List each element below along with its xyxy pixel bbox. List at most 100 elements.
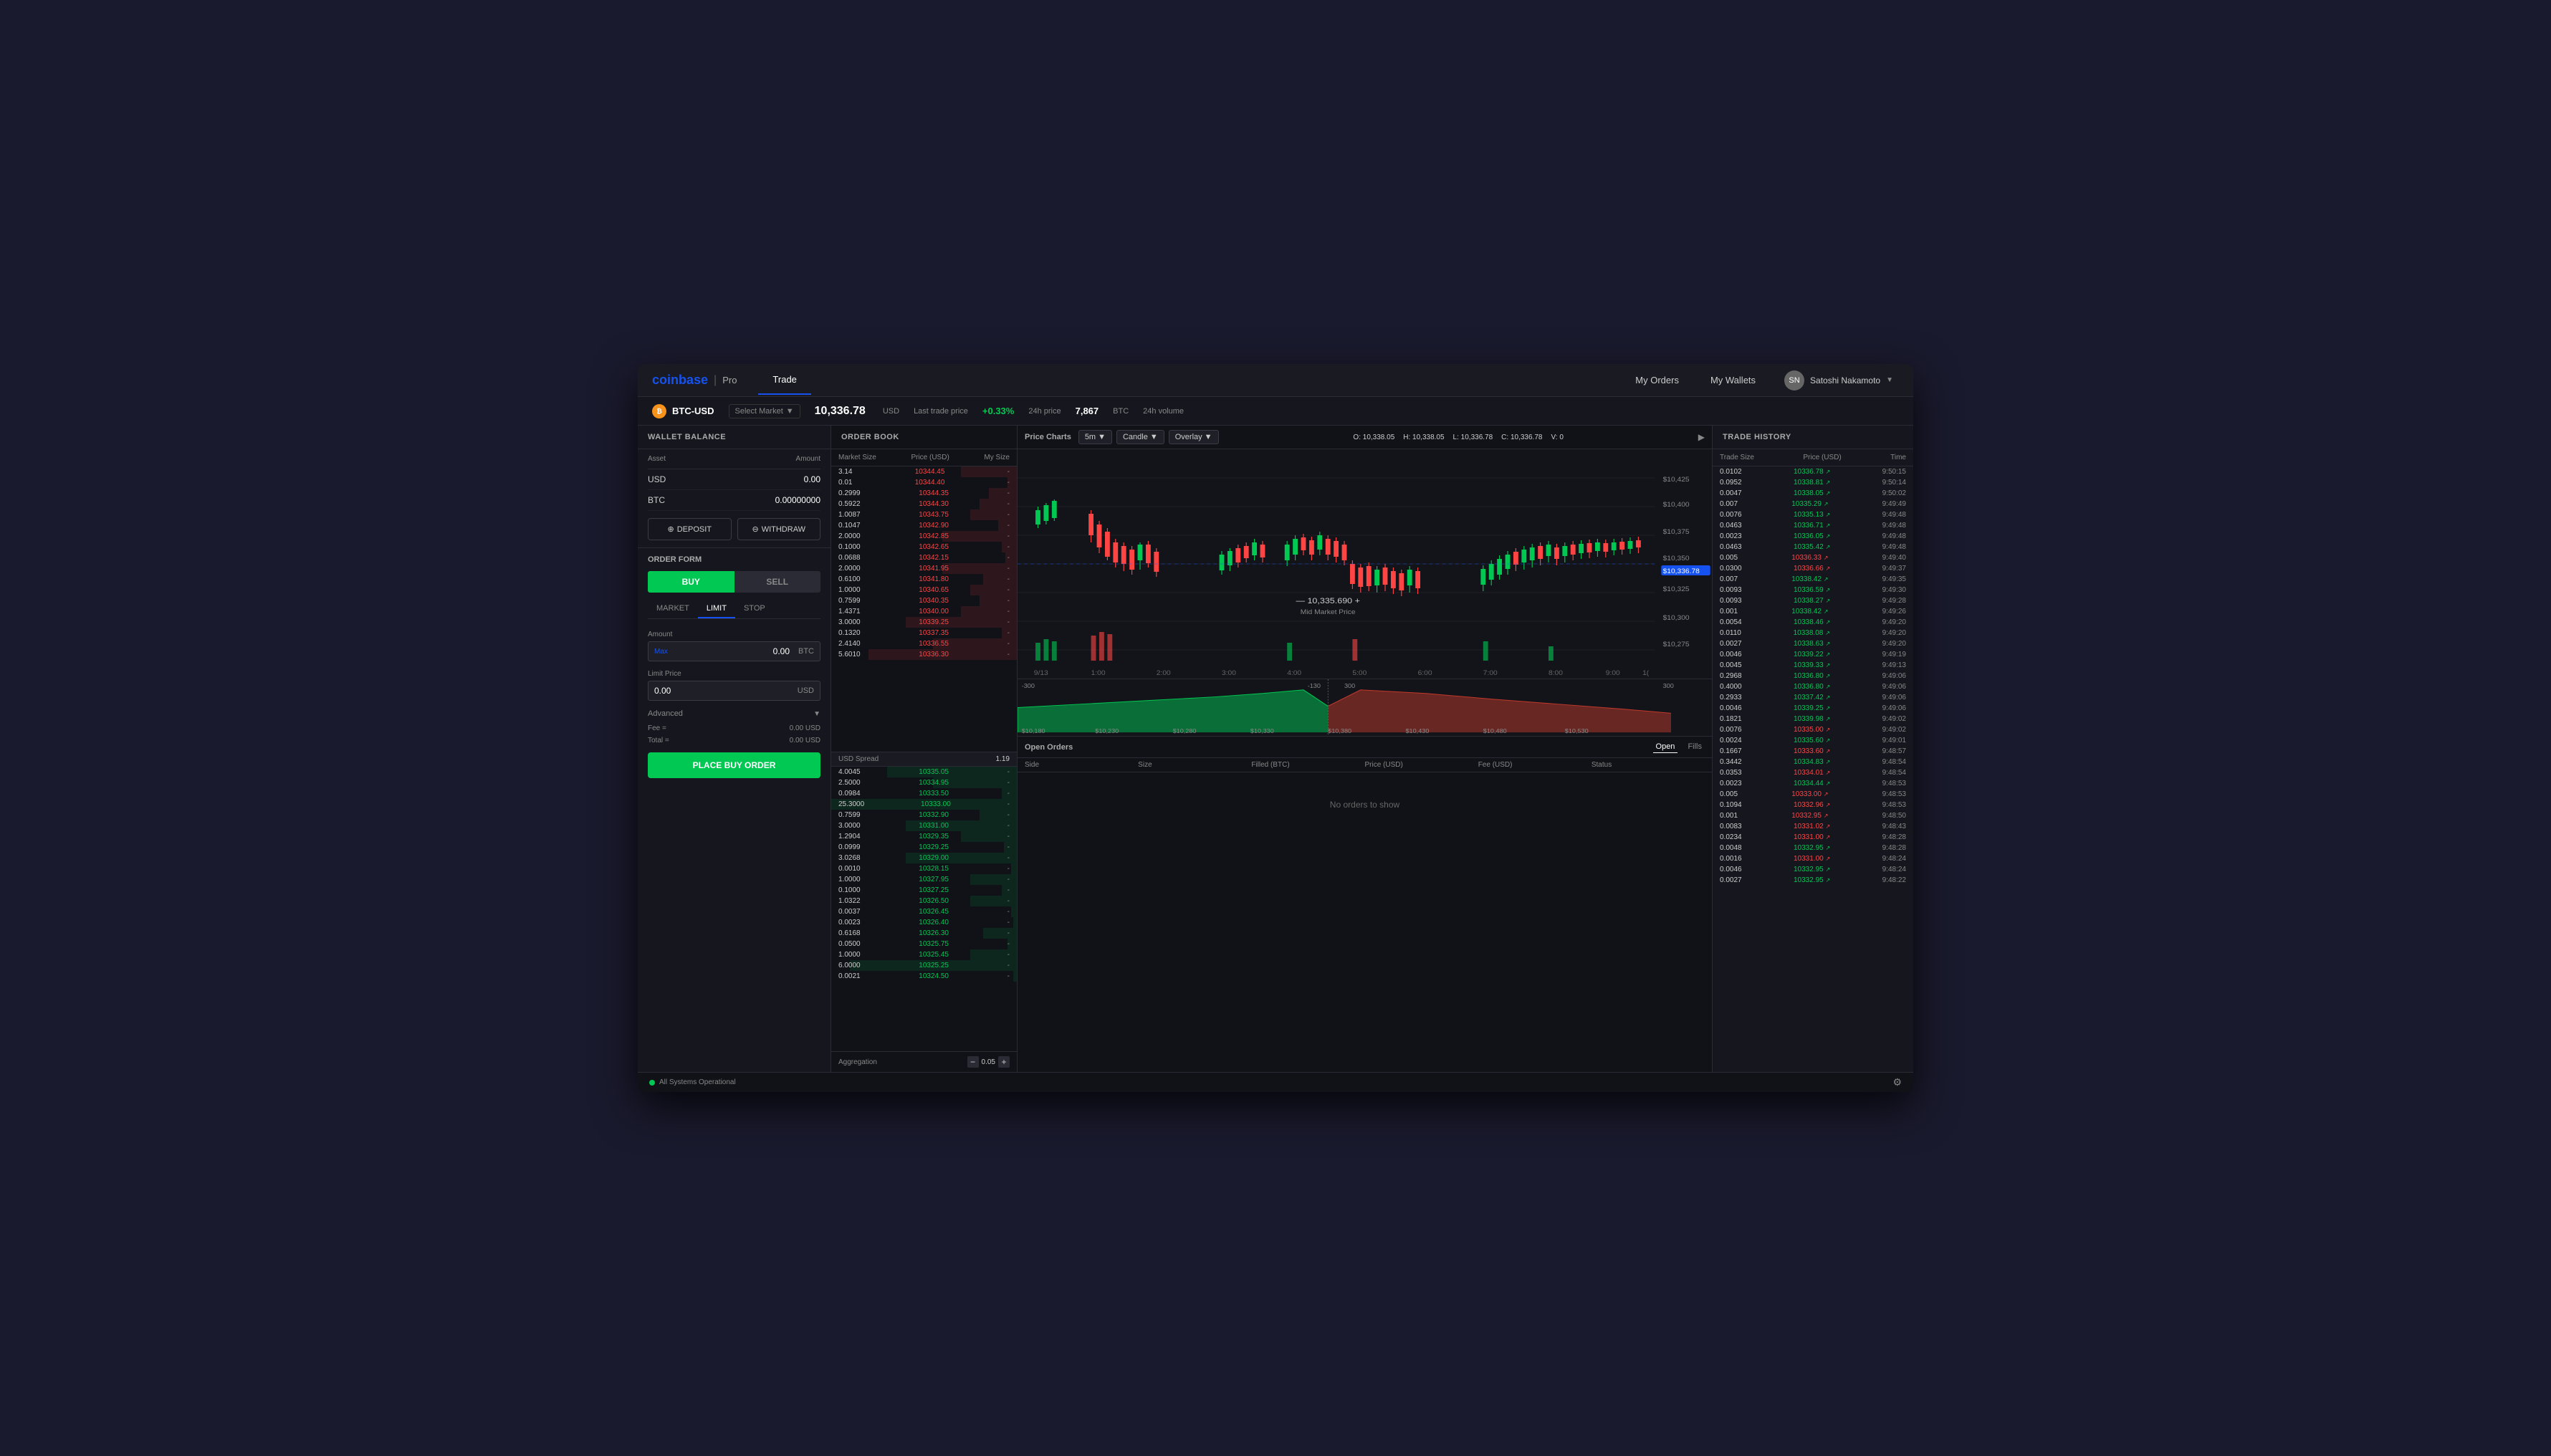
main-layout: Wallet Balance Asset Amount USD 0.00 BTC… — [638, 426, 1913, 1072]
place-order-button[interactable]: PLACE BUY ORDER — [648, 752, 820, 778]
list-item[interactable]: 1.008710343.75- — [831, 509, 1017, 520]
list-item[interactable]: 0.098410333.50- — [831, 788, 1017, 799]
list-item[interactable]: 0.001010328.15- — [831, 863, 1017, 874]
chevron-down-icon: ▼ — [786, 407, 794, 416]
agg-increase-button[interactable]: + — [998, 1056, 1010, 1068]
list-item[interactable]: 3.000010339.25- — [831, 617, 1017, 628]
nav-tab-trade[interactable]: Trade — [758, 365, 810, 395]
limit-price-input[interactable] — [648, 681, 792, 700]
my-orders-button[interactable]: My Orders — [1627, 370, 1688, 390]
open-tab[interactable]: Open — [1653, 741, 1678, 753]
timeframe-select[interactable]: 5m ▼ — [1078, 430, 1112, 444]
chart-type-select[interactable]: Candle ▼ — [1116, 430, 1164, 444]
list-item[interactable]: 0.759910340.35- — [831, 595, 1017, 606]
list-item: 0.296810336.80 ↗9:49:06 — [1713, 671, 1913, 681]
list-item: 0.035310334.01 ↗9:48:54 — [1713, 767, 1913, 778]
list-item[interactable]: 0.100010327.25- — [831, 885, 1017, 896]
user-profile[interactable]: SN Satoshi Nakamoto ▼ — [1779, 368, 1899, 393]
list-item[interactable]: 2.000010342.85- — [831, 531, 1017, 542]
list-item[interactable]: 5.601010336.30- — [831, 649, 1017, 660]
list-item[interactable]: 0.592210344.30- — [831, 499, 1017, 509]
wallet-buttons: ⊕ DEPOSIT ⊖ WITHDRAW — [638, 511, 831, 547]
list-item[interactable]: 0.002110324.50- — [831, 971, 1017, 982]
buy-tab[interactable]: BUY — [648, 571, 734, 593]
list-item[interactable]: 6.000010325.25- — [831, 960, 1017, 971]
svg-text:$10,380: $10,380 — [1328, 728, 1351, 734]
candle-chart-area[interactable]: 9/13 1:00 2:00 3:00 4:00 5:00 6:00 7:00 … — [1018, 449, 1712, 679]
svg-text:$10,180: $10,180 — [1022, 728, 1045, 734]
list-item[interactable]: 1.000010327.95- — [831, 874, 1017, 885]
list-item[interactable]: 0.050010325.75- — [831, 939, 1017, 949]
ohlcv-display: O: 10,338.05 H: 10,338.05 L: 10,336.78 C… — [1353, 434, 1563, 441]
top-nav: coinbase | Pro Trade My Orders My Wallet… — [638, 364, 1913, 397]
chart-expand-icon[interactable]: ▶ — [1698, 432, 1705, 442]
list-item[interactable]: 2.414010336.55- — [831, 638, 1017, 649]
list-item[interactable]: 0.616810326.30- — [831, 928, 1017, 939]
agg-decrease-button[interactable]: − — [967, 1056, 979, 1068]
advanced-toggle[interactable]: Advanced ▼ — [638, 705, 831, 722]
list-item[interactable]: 1.032210326.50- — [831, 896, 1017, 906]
limit-tab[interactable]: LIMIT — [698, 600, 735, 618]
svg-text:8:00: 8:00 — [1549, 670, 1563, 677]
settings-icon[interactable]: ⚙ — [1892, 1076, 1902, 1088]
list-item[interactable]: 0.759910332.90- — [831, 810, 1017, 820]
list-item: 0.004810332.95 ↗9:48:28 — [1713, 843, 1913, 853]
withdraw-button[interactable]: ⊖ WITHDRAW — [737, 518, 821, 540]
list-item[interactable]: 0.003710326.45- — [831, 906, 1017, 917]
svg-text:$10,530: $10,530 — [1565, 728, 1589, 734]
oo-table-header: Side Size Filled (BTC) Price (USD) Fee (… — [1018, 758, 1712, 772]
th-col-price: Price (USD) — [1803, 454, 1841, 461]
list-item[interactable]: 1.437110340.00- — [831, 606, 1017, 617]
balance-table-header: Asset Amount — [648, 449, 820, 469]
deposit-button[interactable]: ⊕ DEPOSIT — [648, 518, 732, 540]
list-item[interactable]: 0.299910344.35- — [831, 488, 1017, 499]
list-item[interactable]: 4.004510335.05- — [831, 767, 1017, 777]
overlay-select[interactable]: Overlay ▼ — [1169, 430, 1219, 444]
chart-title: Price Charts — [1025, 433, 1071, 441]
list-item[interactable]: 0.104710342.90- — [831, 520, 1017, 531]
order-type-tabs: MARKET LIMIT STOP — [648, 600, 820, 619]
select-market-button[interactable]: Select Market ▼ — [729, 404, 800, 418]
balance-row-btc: BTC 0.00000000 — [648, 490, 820, 511]
sell-tab[interactable]: SELL — [734, 571, 821, 593]
th-col-size: Trade Size — [1720, 454, 1754, 461]
list-item[interactable]: 2.000010341.95- — [831, 563, 1017, 574]
list-item[interactable]: 1.000010325.45- — [831, 949, 1017, 960]
list-item[interactable]: 2.500010334.95- — [831, 777, 1017, 788]
spread-value: 1.19 — [996, 755, 1010, 763]
list-item[interactable]: 0.610010341.80- — [831, 574, 1017, 585]
list-item[interactable]: 3.1410344.45- — [831, 466, 1017, 477]
list-item: 0.00110338.42 ↗9:49:26 — [1713, 606, 1913, 617]
market-tab[interactable]: MARKET — [648, 600, 698, 618]
list-item[interactable]: 0.002310326.40- — [831, 917, 1017, 928]
list-item[interactable]: 0.0110344.40- — [831, 477, 1017, 488]
amount-input[interactable] — [674, 642, 793, 661]
app-container: coinbase | Pro Trade My Orders My Wallet… — [638, 364, 1913, 1092]
list-item: 0.002710332.95 ↗9:48:22 — [1713, 875, 1913, 886]
list-item[interactable]: 3.026810329.00- — [831, 853, 1017, 863]
list-item[interactable]: 0.068810342.15- — [831, 552, 1017, 563]
chevron-down-icon: ▼ — [1205, 433, 1212, 441]
list-item[interactable]: 0.099910329.25- — [831, 842, 1017, 853]
list-item[interactable]: 1.290410329.35- — [831, 831, 1017, 842]
status-dot — [649, 1080, 655, 1086]
svg-text:— 10,335.690 +: — 10,335.690 + — [1296, 597, 1360, 605]
list-item: 0.007610335.00 ↗9:49:02 — [1713, 724, 1913, 735]
ob-asks-container: 3.1410344.45-0.0110344.40-0.299910344.35… — [831, 466, 1017, 752]
list-item[interactable]: 25.300010333.00- — [831, 799, 1017, 810]
oo-col-fee: Fee (USD) — [1478, 761, 1592, 769]
list-item: 0.008310331.02 ↗9:48:43 — [1713, 821, 1913, 832]
amount-group: Amount Max BTC — [638, 626, 831, 666]
fills-tab[interactable]: Fills — [1685, 741, 1705, 753]
volume-bars — [1035, 632, 1554, 661]
list-item[interactable]: 1.000010340.65- — [831, 585, 1017, 595]
oo-header: Open Orders Open Fills — [1018, 737, 1712, 758]
list-item[interactable]: 3.000010331.00- — [831, 820, 1017, 831]
list-item[interactable]: 0.132010337.35- — [831, 628, 1017, 638]
list-item: 0.004610339.22 ↗9:49:19 — [1713, 649, 1913, 660]
wallet-balance-header: Wallet Balance — [638, 426, 831, 449]
list-item[interactable]: 0.100010342.65- — [831, 542, 1017, 552]
my-wallets-button[interactable]: My Wallets — [1702, 370, 1764, 390]
max-link[interactable]: Max — [648, 643, 674, 660]
stop-tab[interactable]: STOP — [735, 600, 774, 618]
